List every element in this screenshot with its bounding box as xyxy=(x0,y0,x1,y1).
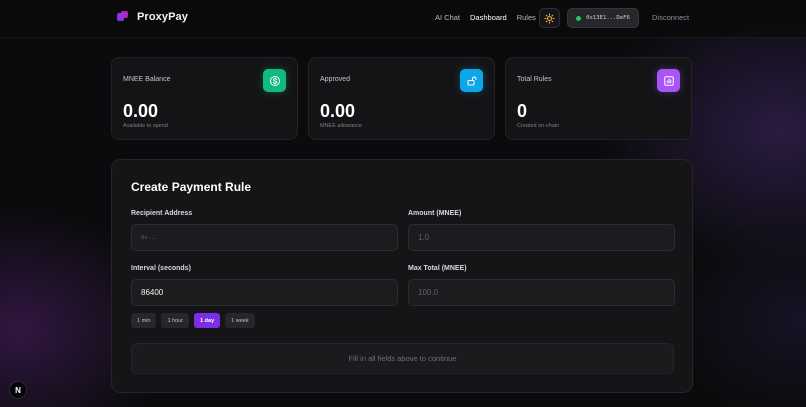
interval-presets: 1 min 1 hour 1 day 1 week xyxy=(131,313,255,328)
stat-card-approved: Approved 0.00 MNEE allowance xyxy=(308,57,495,140)
max-total-placeholder: 100.0 xyxy=(418,288,439,297)
preset-1-hour[interactable]: 1 hour xyxy=(161,313,190,328)
nextjs-dev-badge[interactable]: N xyxy=(9,381,27,399)
stat-subtitle: Available to spend xyxy=(123,123,168,129)
create-rule-form: Create Payment Rule Recipient Address 0x… xyxy=(111,159,693,393)
amount-label: Amount (MNEE) xyxy=(408,210,462,217)
recipient-placeholder: 0x... xyxy=(141,234,158,241)
stat-subtitle: Created on-chain xyxy=(517,123,560,129)
interval-label: Interval (seconds) xyxy=(131,265,191,272)
unlock-icon xyxy=(460,69,483,92)
recipient-address-input[interactable]: 0x... xyxy=(131,224,398,251)
main-nav: AI Chat Dashboard Rules xyxy=(435,13,536,22)
stat-label: Approved xyxy=(320,76,350,83)
amount-placeholder: 1.0 xyxy=(418,233,430,242)
amount-input[interactable]: 1.0 xyxy=(408,224,675,251)
top-bar: ProxyPay AI Chat Dashboard Rules 0x13E1.… xyxy=(0,0,806,38)
recipient-label: Recipient Address xyxy=(131,210,193,217)
interval-value: 86400 xyxy=(141,288,164,297)
nav-dashboard[interactable]: Dashboard xyxy=(470,13,507,22)
interval-input[interactable]: 86400 xyxy=(131,279,398,306)
stat-card-total-rules: Total Rules 0 Created on-chain xyxy=(505,57,692,140)
create-rule-button[interactable]: Fill in all fields above to continue xyxy=(131,343,674,374)
stat-label: Total Rules xyxy=(517,76,552,83)
nav-ai-chat[interactable]: AI Chat xyxy=(435,13,460,22)
max-total-input[interactable]: 100.0 xyxy=(408,279,675,306)
brand-logo[interactable]: ProxyPay xyxy=(117,11,188,23)
preset-1-day[interactable]: 1 day xyxy=(194,313,221,328)
dollar-icon xyxy=(263,69,286,92)
disconnect-button[interactable]: Disconnect xyxy=(652,13,689,22)
theme-toggle-button[interactable] xyxy=(539,8,560,28)
bar-chart-icon xyxy=(657,69,680,92)
stat-label: MNEE Balance xyxy=(123,76,171,83)
form-title: Create Payment Rule xyxy=(131,180,252,194)
sun-icon xyxy=(544,12,555,24)
stat-value: 0 xyxy=(517,101,528,121)
stat-subtitle: MNEE allowance xyxy=(320,123,362,129)
connected-status-dot xyxy=(576,15,582,21)
stat-value: 0.00 xyxy=(320,101,356,121)
preset-1-week[interactable]: 1 week xyxy=(225,313,255,328)
stat-value: 0.00 xyxy=(123,101,159,121)
brand-name: ProxyPay xyxy=(137,11,188,23)
max-total-label: Max Total (MNEE) xyxy=(408,265,467,272)
wallet-address: 0x13E1...DeF6 xyxy=(586,15,630,21)
preset-1-min[interactable]: 1 min xyxy=(131,313,157,328)
wallet-button[interactable]: 0x13E1...DeF6 xyxy=(567,8,639,28)
logo-icon xyxy=(117,11,129,23)
nav-rules[interactable]: Rules xyxy=(517,13,536,22)
stat-card-balance: MNEE Balance 0.00 Available to spend xyxy=(111,57,298,140)
